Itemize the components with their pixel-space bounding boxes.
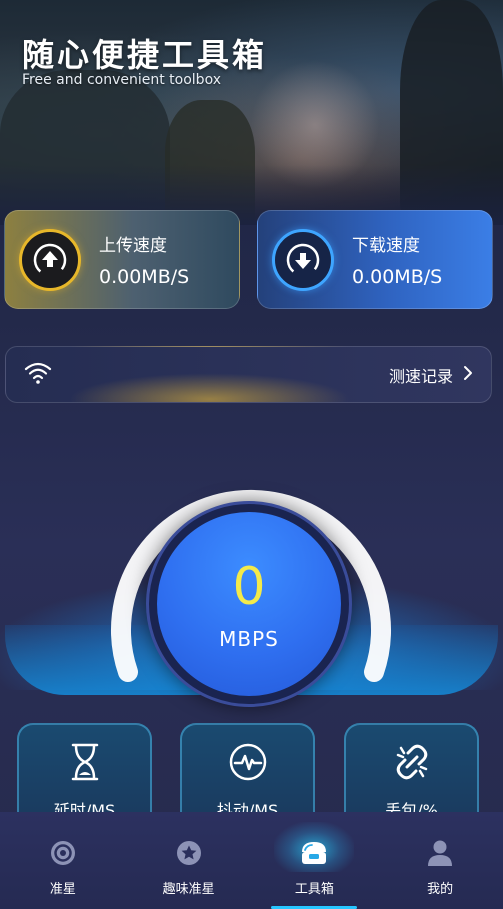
pulse-icon xyxy=(228,741,268,783)
nav-item-toolbox[interactable]: 工具箱 xyxy=(252,812,378,909)
speed-record-bar[interactable]: 测速记录 xyxy=(5,346,492,403)
download-speed-value: 0.00MB/S xyxy=(352,266,443,288)
latency-card: 延时/MS xyxy=(17,723,152,823)
nav-item-crosshair[interactable]: 准星 xyxy=(0,812,126,909)
wifi-icon xyxy=(24,361,52,389)
star-icon xyxy=(175,838,203,868)
hourglass-icon xyxy=(67,741,103,783)
gauge-value: 0 xyxy=(232,557,266,617)
download-speed-card: 下载速度 0.00MB/S xyxy=(257,210,493,309)
nav-label: 趣味准星 xyxy=(162,882,215,897)
speed-gauge: 0 MBPS xyxy=(0,450,503,720)
nav-label: 我的 xyxy=(427,882,454,897)
hero-banner: 随心便捷工具箱 Free and convenient toolbox xyxy=(0,0,503,225)
crosshair-icon xyxy=(49,838,77,868)
bottom-nav: 准星 趣味准星 工具箱 我的 xyxy=(0,812,503,909)
gauge-dial[interactable]: 0 MBPS xyxy=(146,501,352,707)
nav-label: 准星 xyxy=(49,882,76,897)
page-title: 随心便捷工具箱 xyxy=(22,36,268,74)
gauge-unit: MBPS xyxy=(219,627,279,651)
chevron-right-icon xyxy=(463,365,473,385)
download-speed-label: 下载速度 xyxy=(352,236,420,256)
toolbox-icon xyxy=(299,838,329,868)
nav-item-fun-crosshair[interactable]: 趣味准星 xyxy=(126,812,252,909)
speed-record-link[interactable]: 测速记录 xyxy=(389,363,473,387)
nav-label: 工具箱 xyxy=(294,882,334,897)
speed-record-label: 测速记录 xyxy=(388,366,453,386)
user-icon xyxy=(427,838,453,868)
upload-speed-card: 上传速度 0.00MB/S xyxy=(4,210,240,309)
jitter-card: 抖动/MS xyxy=(180,723,315,823)
download-icon xyxy=(272,228,334,291)
upload-speed-label: 上传速度 xyxy=(99,236,167,256)
nav-item-profile[interactable]: 我的 xyxy=(377,812,503,909)
packet-loss-card: 丢包/% xyxy=(344,723,479,823)
broken-link-icon xyxy=(391,741,433,783)
page-subtitle: Free and convenient toolbox xyxy=(22,72,221,88)
upload-icon xyxy=(19,228,81,291)
upload-speed-value: 0.00MB/S xyxy=(99,266,190,288)
